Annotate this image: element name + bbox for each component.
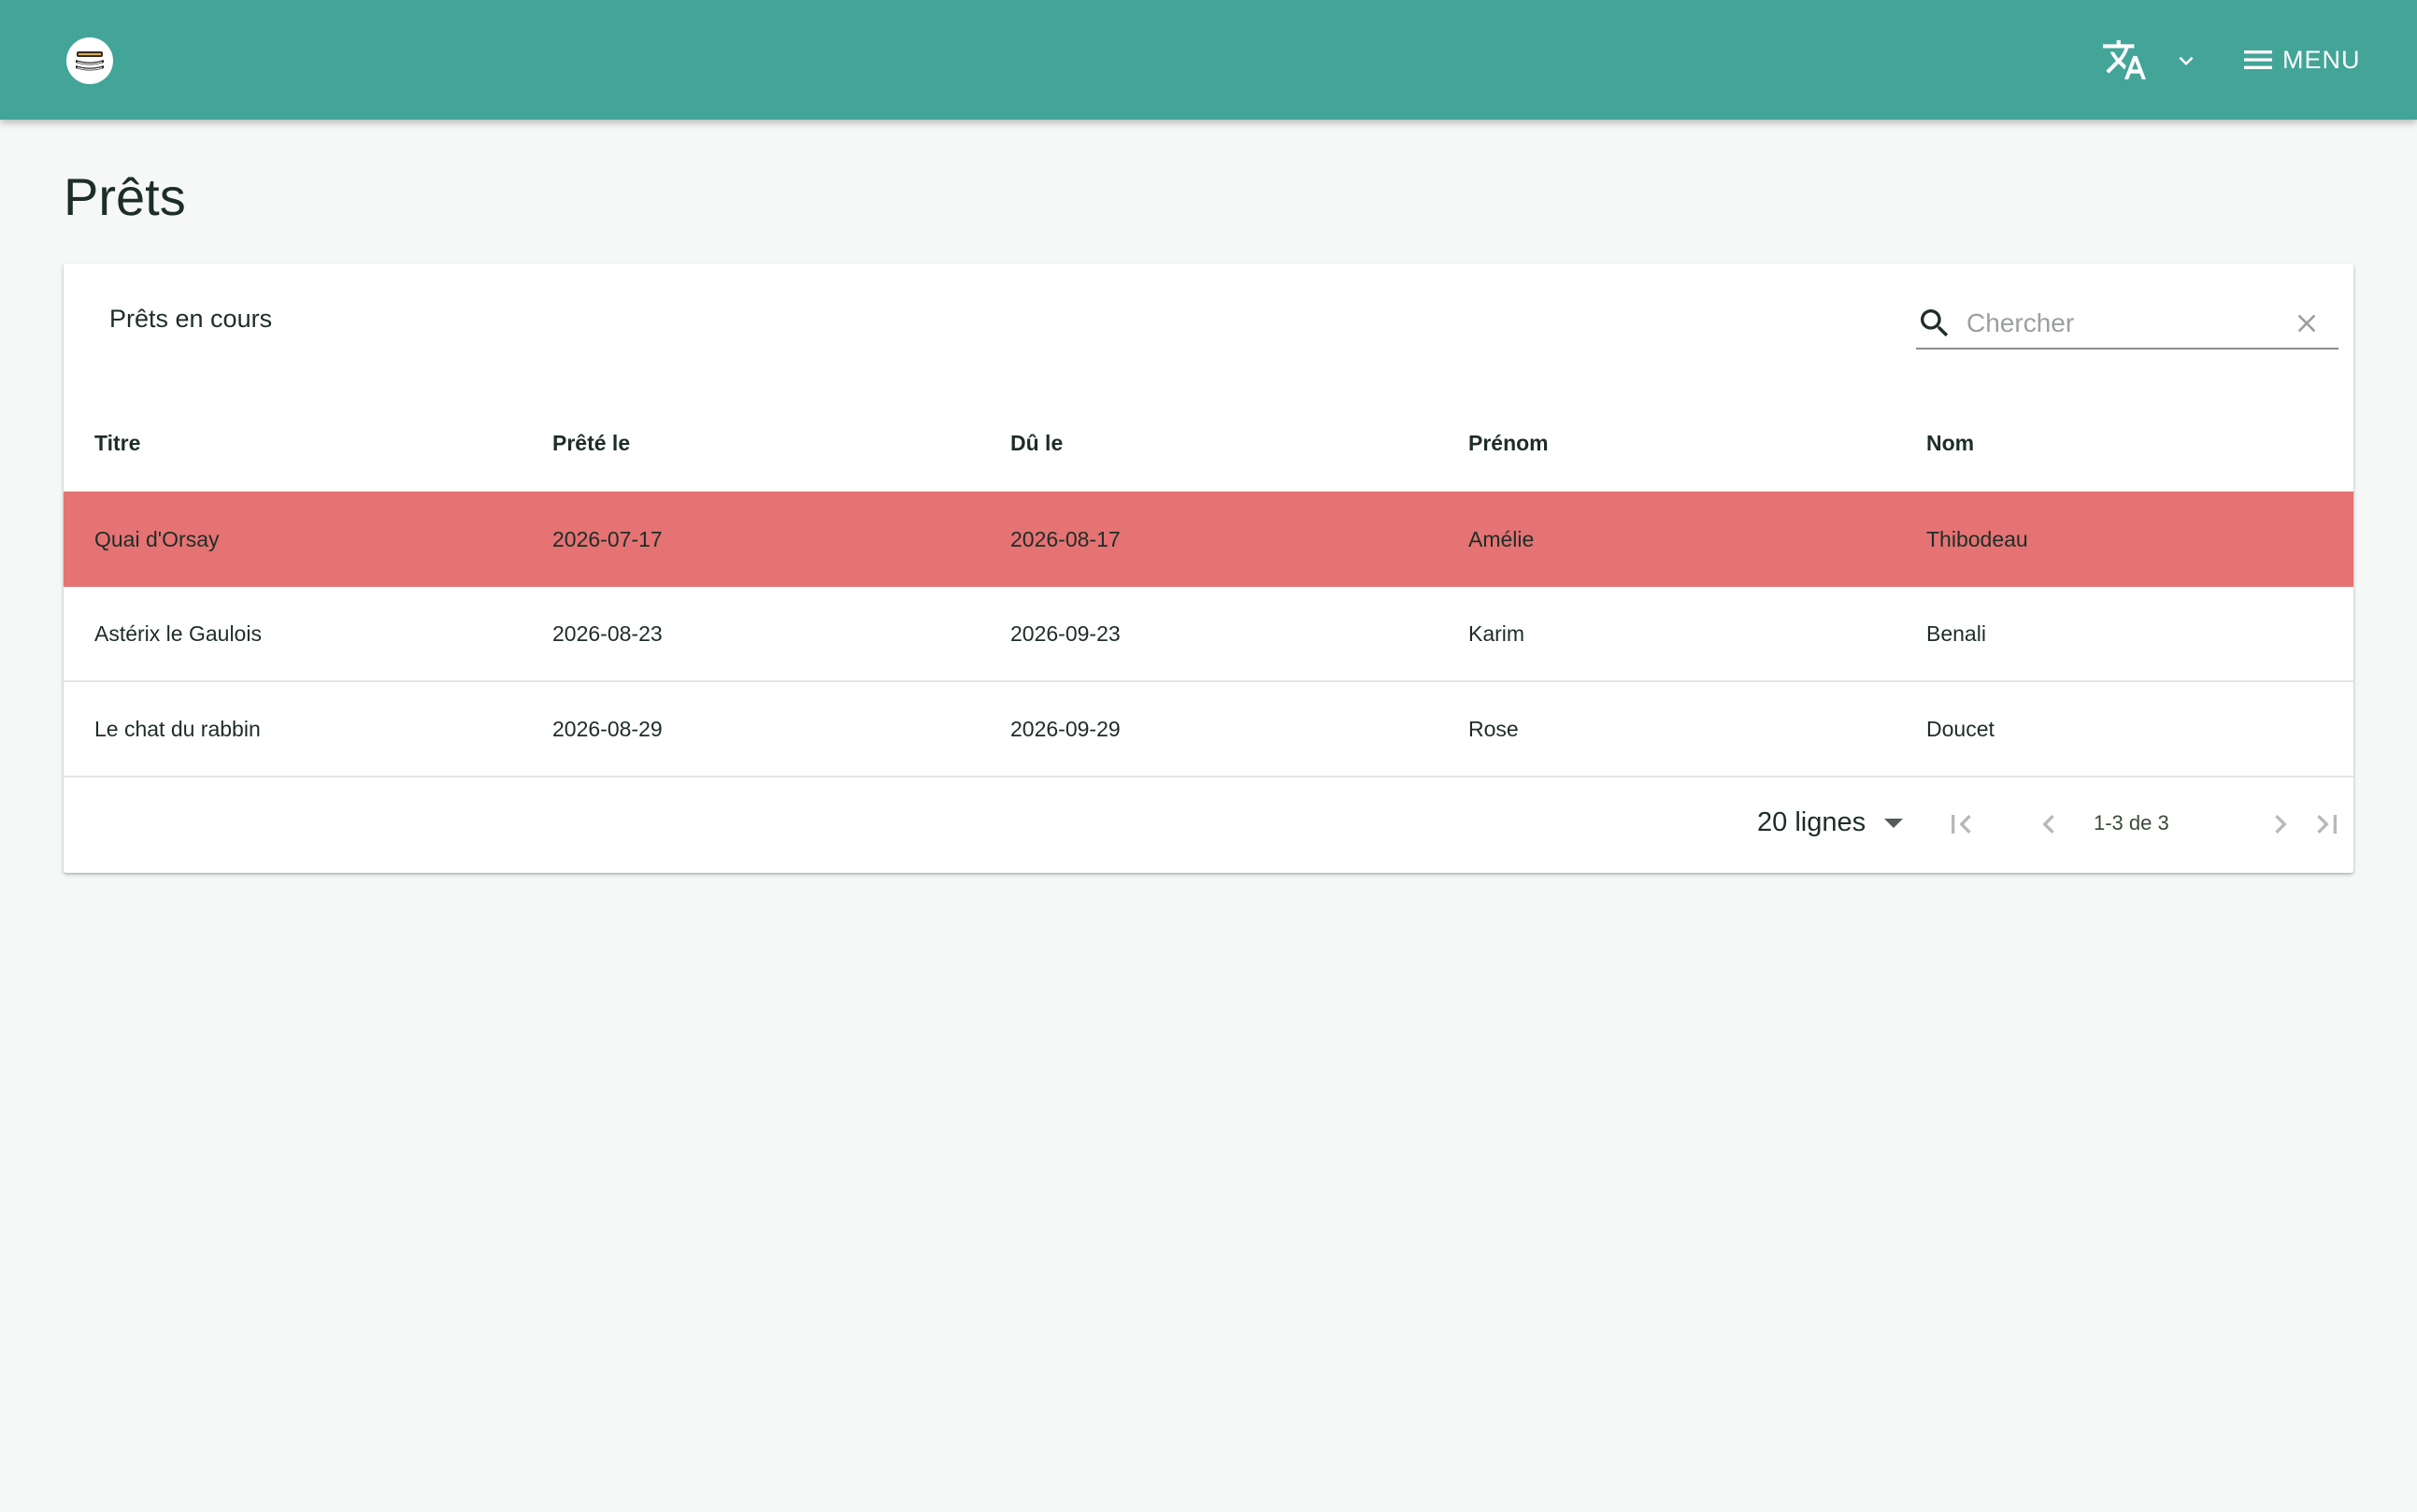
table-row[interactable]: Le chat du rabbin 2026-08-29 2026-09-29 … (64, 682, 2353, 777)
translate-icon[interactable] (2101, 36, 2148, 84)
cell-du-le: 2026-08-17 (1010, 526, 1121, 551)
column-header-titre[interactable]: Titre (64, 431, 522, 456)
table-header-row: Titre Prêté le Dû le Prénom Nom (64, 394, 2353, 492)
loans-card: Prêts en cours Titre Prêté le Dû le Prén… (64, 264, 2353, 873)
page-range-label: 1-3 de 3 (2094, 811, 2169, 834)
menu-label: MENU (2282, 45, 2361, 74)
cell-nom: Benali (1926, 620, 1986, 646)
cell-prete-le: 2026-08-23 (552, 620, 663, 646)
cell-nom: Doucet (1926, 716, 1995, 741)
next-page-icon[interactable] (2262, 806, 2299, 843)
cell-titre: Le chat du rabbin (94, 716, 261, 741)
table-row[interactable]: Astérix le Gaulois 2026-08-23 2026-09-23… (64, 587, 2353, 682)
search-icon (1921, 309, 1949, 337)
column-header-prete-le[interactable]: Prêté le (522, 431, 980, 456)
cell-prenom: Rose (1468, 716, 1519, 741)
cell-prenom: Amélie (1468, 526, 1535, 551)
page-size-label: 20 lignes (1757, 807, 1866, 837)
cell-du-le: 2026-09-29 (1010, 716, 1121, 741)
card-title: Prêts en cours (109, 305, 273, 333)
paginator: 20 lignes 1-3 de 3 (64, 776, 2353, 873)
cell-prete-le: 2026-08-29 (552, 716, 663, 741)
cell-nom: Thibodeau (1926, 526, 2028, 551)
cell-titre: Quai d'Orsay (94, 526, 220, 551)
cell-titre: Astérix le Gaulois (94, 620, 262, 646)
page-size-select[interactable]: 20 lignes (1757, 807, 1904, 838)
table-row[interactable]: Quai d'Orsay 2026-07-17 2026-08-17 Améli… (64, 492, 2353, 587)
column-header-du-le[interactable]: Dû le (980, 431, 1437, 456)
hamburger-icon (2244, 50, 2272, 69)
cell-du-le: 2026-09-23 (1010, 620, 1121, 646)
column-header-nom[interactable]: Nom (1895, 431, 2353, 456)
menu-button[interactable]: MENU (2239, 37, 2361, 82)
cell-prete-le: 2026-07-17 (552, 526, 663, 551)
page-title: Prêts (64, 167, 186, 226)
books-icon[interactable] (66, 37, 113, 84)
search-input[interactable] (1966, 305, 2275, 342)
top-app-bar: MENU (0, 0, 2417, 120)
cell-prenom: Karim (1468, 620, 1525, 646)
loans-table: Titre Prêté le Dû le Prénom Nom Quai d'O… (64, 394, 2353, 777)
dropdown-arrow-icon (1884, 818, 1904, 828)
search-field (1916, 303, 2338, 349)
last-page-icon[interactable] (2309, 806, 2346, 843)
close-icon[interactable] (2292, 308, 2322, 338)
first-page-icon[interactable] (1942, 806, 1980, 843)
previous-page-icon[interactable] (2030, 806, 2067, 843)
chevron-down-icon[interactable] (2172, 47, 2200, 75)
column-header-prenom[interactable]: Prénom (1437, 431, 1895, 456)
